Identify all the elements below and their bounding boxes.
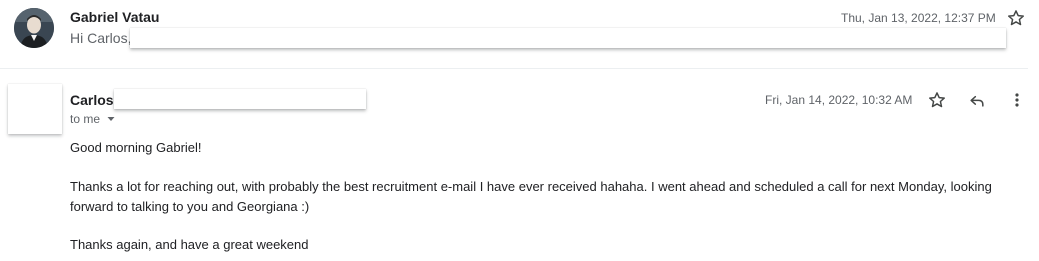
message-divider [0,68,1028,69]
more-vert-icon[interactable] [1007,90,1027,110]
recipient-details-toggle[interactable]: to me [70,112,116,126]
star-icon[interactable] [1006,8,1026,28]
redaction-box [130,28,1006,48]
star-icon[interactable] [927,90,947,110]
caret-down-icon[interactable] [106,114,116,124]
sender-avatar[interactable] [14,8,54,48]
message-greeting: Good morning Gabriel! [70,140,202,155]
avatar-photo-icon [14,8,54,48]
message-date: Fri, Jan 14, 2022, 10:32 AM [765,93,913,107]
message-date: Thu, Jan 13, 2022, 12:37 PM [841,11,996,25]
message-snippet: Hi Carlos, [70,30,132,46]
sender-name: Carlos [70,92,114,108]
redaction-box [114,89,366,109]
sender-name: Gabriel Vatau [70,9,160,25]
reply-icon[interactable] [967,90,987,110]
recipient-label: to me [70,112,101,126]
message-closing: Thanks again, and have a great weekend [70,237,309,252]
sender-avatar[interactable] [8,84,62,134]
message-paragraph: Thanks a lot for reaching out, with prob… [70,179,992,214]
